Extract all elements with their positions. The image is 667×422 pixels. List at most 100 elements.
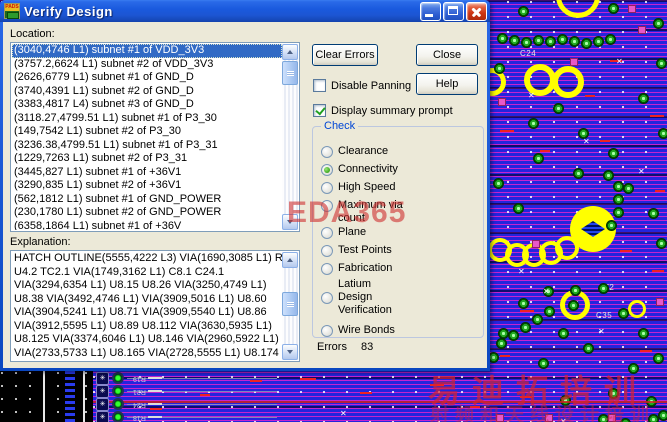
pcb-gdot bbox=[656, 238, 667, 249]
location-item[interactable]: (149,7542 L1) subnet #2 of P3_30 bbox=[12, 125, 282, 139]
help-button[interactable]: Help bbox=[416, 73, 478, 95]
radio-row-latium[interactable]: Latium Design Verification bbox=[321, 278, 396, 317]
component-icon bbox=[96, 385, 109, 398]
explanation-line[interactable]: VIA(3912,5595 L1) U8.89 U8.112 VIA(3630,… bbox=[12, 320, 282, 334]
pcb-grid-line bbox=[43, 371, 45, 422]
location-item[interactable]: (6358,1864 L1) subnet #1 of +36V bbox=[12, 220, 282, 231]
pcb-gdot bbox=[656, 58, 667, 69]
pcb-gdot bbox=[648, 208, 659, 219]
wire-bonds-radio[interactable] bbox=[321, 324, 333, 337]
pcb-gdot bbox=[518, 6, 529, 17]
pcb-gdot bbox=[613, 194, 624, 205]
component-icon bbox=[96, 411, 109, 422]
scrollbar-thumb[interactable] bbox=[282, 292, 298, 316]
disable-panning-row[interactable]: Disable Panning bbox=[313, 79, 411, 92]
location-item[interactable]: (3740,4391 L1) subnet #2 of GND_D bbox=[12, 85, 282, 99]
pcb-gdot bbox=[613, 181, 624, 192]
explanation-line[interactable]: VIA(3904,5241 L1) U8.71 VIA(3909,5540 L1… bbox=[12, 306, 282, 320]
explanation-scrollbar[interactable] bbox=[282, 252, 298, 360]
minimize-button[interactable] bbox=[420, 1, 441, 21]
via-icon bbox=[112, 411, 124, 422]
location-item[interactable]: (3445,827 L1) subnet #1 of +36V1 bbox=[12, 166, 282, 180]
scroll-up-icon[interactable] bbox=[282, 252, 298, 268]
explanation-line[interactable]: HATCH OUTLINE(5555,4222 L3) VIA(1690,308… bbox=[12, 252, 282, 266]
radio-row-fabrication[interactable]: Fabrication bbox=[321, 262, 392, 275]
pcb-xmark: ✕ bbox=[598, 327, 605, 336]
latium-radio[interactable] bbox=[321, 292, 333, 304]
pcb-rdash bbox=[540, 150, 550, 152]
pcb-rdash bbox=[652, 270, 664, 272]
pcb-gdot bbox=[658, 128, 667, 139]
close-dialog-button[interactable]: Close bbox=[416, 44, 478, 66]
pcb-xmark: ✕ bbox=[340, 409, 347, 418]
verify-design-dialog: PADS Verify Design Location: (3040,4746 … bbox=[0, 0, 490, 371]
explanation-line[interactable]: VIA(2733,5733 L1) U8.165 VIA(2728,5555 L… bbox=[12, 347, 282, 361]
pcb-gdot bbox=[533, 35, 544, 46]
explanation-line[interactable]: VIA(3294,6354 L1) U8.15 U8.26 VIA(3250,4… bbox=[12, 279, 282, 293]
clearance-radio[interactable] bbox=[321, 145, 333, 158]
scroll-down-icon[interactable] bbox=[282, 344, 298, 360]
pcb-gdot bbox=[658, 410, 667, 421]
disable-panning-checkbox[interactable] bbox=[313, 79, 326, 92]
pcb-gdot bbox=[618, 308, 629, 319]
pcb-pad-ring bbox=[628, 300, 646, 318]
pcb-pdot bbox=[498, 98, 506, 106]
scrollbar-thumb[interactable] bbox=[282, 61, 298, 85]
pcb-gdot bbox=[553, 103, 564, 114]
connectivity-radio[interactable] bbox=[321, 163, 333, 176]
pcb-rdash bbox=[360, 392, 372, 394]
radio-row-clearance[interactable]: Clearance bbox=[321, 145, 388, 158]
close-button[interactable] bbox=[466, 1, 487, 21]
location-item[interactable]: (3040,4746 L1) subnet #1 of VDD_3V3 bbox=[12, 44, 282, 58]
pcb-component-row: R18 bbox=[93, 411, 283, 422]
scroll-up-icon[interactable] bbox=[282, 44, 298, 60]
pcb-gdot bbox=[513, 203, 524, 214]
display-summary-row[interactable]: Display summary prompt bbox=[313, 104, 453, 117]
location-item[interactable]: (1229,7263 L1) subnet #2 of P3_31 bbox=[12, 152, 282, 166]
radio-row-wire-bonds[interactable]: Wire Bonds bbox=[321, 324, 395, 337]
via-icon bbox=[112, 398, 124, 410]
disable-panning-label: Disable Panning bbox=[331, 79, 412, 92]
fabrication-radio[interactable] bbox=[321, 262, 333, 275]
pcb-xmark: ✕ bbox=[616, 57, 623, 66]
radio-row-high-speed[interactable]: High Speed bbox=[321, 181, 396, 194]
maximize-button[interactable] bbox=[443, 1, 464, 21]
clear-errors-button[interactable]: Clear Errors bbox=[312, 44, 378, 66]
display-summary-label: Display summary prompt bbox=[331, 104, 453, 117]
pcb-xmark: ✕ bbox=[543, 287, 550, 296]
pcb-gdot bbox=[493, 178, 504, 189]
radio-row-connectivity[interactable]: Connectivity bbox=[321, 163, 398, 176]
pcb-pad-ring bbox=[556, 0, 600, 18]
pcb-rdash bbox=[300, 378, 316, 380]
pcb-gdot bbox=[638, 93, 649, 104]
pcb-gdot bbox=[606, 220, 617, 231]
explanation-line[interactable]: U8.38 VIA(3492,4746 L1) VIA(3909,5016 L1… bbox=[12, 293, 282, 307]
dialog-body: Location: (3040,4746 L1) subnet #1 of VD… bbox=[3, 22, 487, 368]
display-summary-checkbox[interactable] bbox=[313, 104, 326, 117]
radio-row-test-points[interactable]: Test Points bbox=[321, 244, 392, 257]
location-item[interactable]: (230,1780 L1) subnet #2 of GND_POWER bbox=[12, 206, 282, 220]
pcb-gdot bbox=[494, 63, 505, 74]
location-item[interactable]: (3383,4817 L4) subnet #3 of GND_D bbox=[12, 98, 282, 112]
location-item[interactable]: (3757.2,6624 L1) subnet #2 of VDD_3V3 bbox=[12, 58, 282, 72]
pcb-gdot bbox=[568, 300, 579, 311]
location-item[interactable]: (3290,835 L1) subnet #2 of +36V1 bbox=[12, 179, 282, 193]
pcb-rdash bbox=[600, 140, 610, 142]
titlebar[interactable]: PADS Verify Design bbox=[0, 0, 490, 22]
high-speed-radio[interactable] bbox=[321, 181, 333, 194]
explanation-line[interactable]: U4.2 TC2.1 VIA(1749,3162 L1) C8.1 C24.1 bbox=[12, 266, 282, 280]
pcb-rdash bbox=[620, 250, 632, 252]
location-item[interactable]: (3236.38,4799.51 L1) subnet #1 of P3_31 bbox=[12, 139, 282, 153]
explanation-listbox[interactable]: HATCH OUTLINE(5555,4222 L3) VIA(1690,308… bbox=[10, 250, 300, 362]
pcb-component-row: R21 bbox=[93, 385, 283, 398]
pcb-component-row: R19 bbox=[93, 372, 283, 385]
location-item[interactable]: (562,1812 L1) subnet #1 of GND_POWER bbox=[12, 193, 282, 207]
location-item[interactable]: (3118.27,4799.51 L1) subnet #1 of P3_30 bbox=[12, 112, 282, 126]
errors-status: Errors 83 bbox=[317, 341, 373, 353]
explanation-line[interactable]: U8.125 VIA(3374,6046 L1) U8.146 VIA(2960… bbox=[12, 333, 282, 347]
location-item[interactable]: (2626,6779 L1) subnet #1 of GND_D bbox=[12, 71, 282, 85]
pcb-gdot bbox=[593, 36, 604, 47]
test-points-radio[interactable] bbox=[321, 244, 333, 257]
location-listbox[interactable]: (3040,4746 L1) subnet #1 of VDD_3V3 (375… bbox=[10, 42, 300, 232]
pcb-gdot bbox=[583, 343, 594, 354]
